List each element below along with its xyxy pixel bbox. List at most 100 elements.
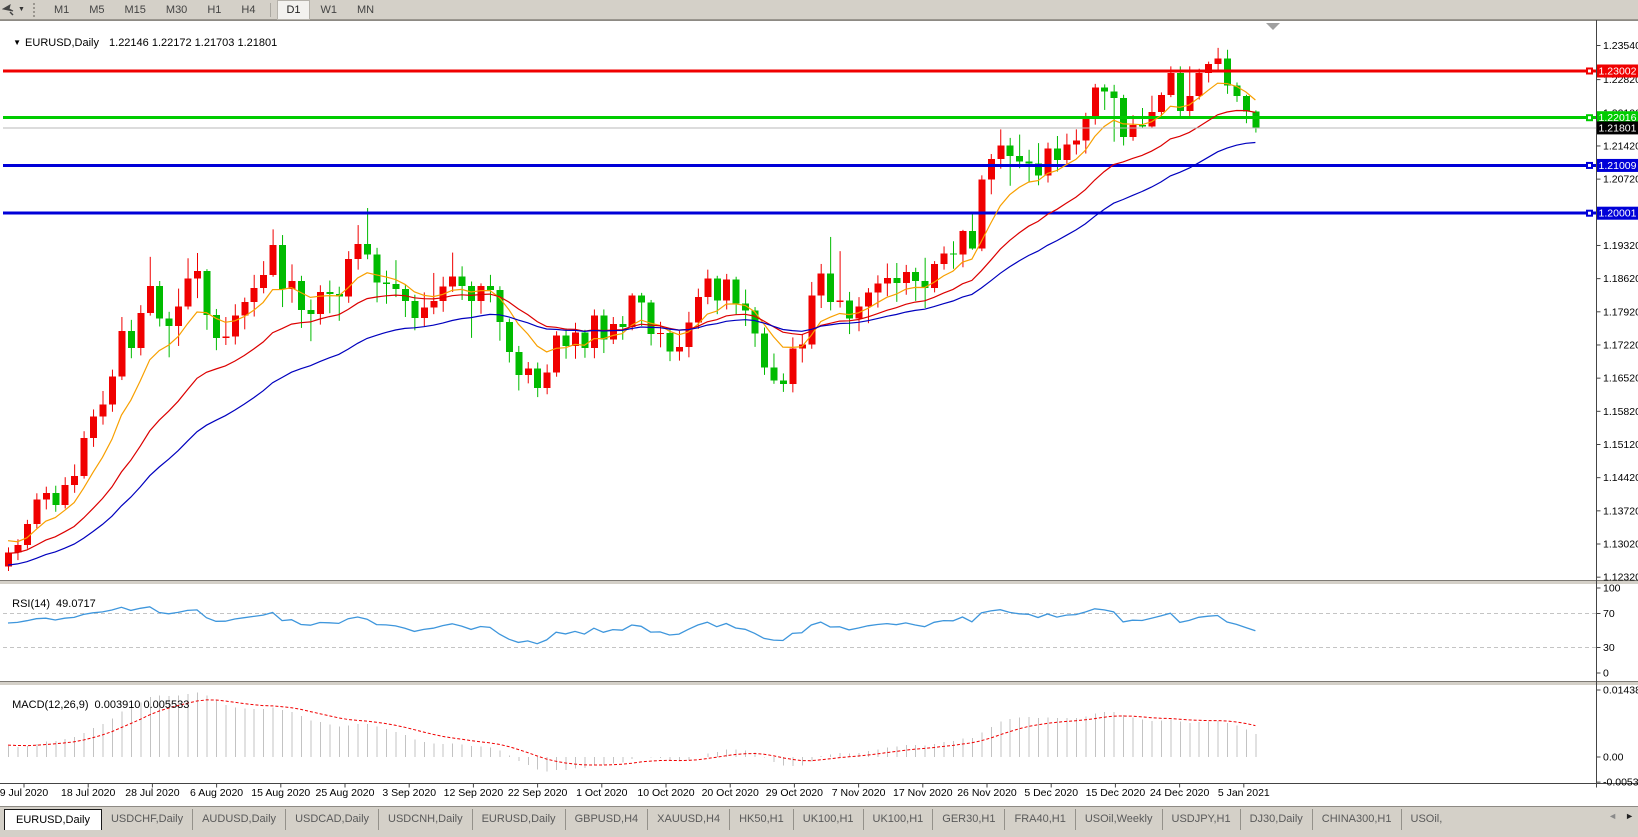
candle-body[interactable] — [298, 281, 305, 310]
candle-body[interactable] — [1186, 96, 1193, 111]
candle-body[interactable] — [166, 318, 173, 326]
candle-body[interactable] — [430, 301, 437, 308]
candle-body[interactable] — [1054, 148, 1061, 160]
candle-body[interactable] — [43, 493, 50, 500]
timeframe-button-m15[interactable]: M15 — [116, 0, 155, 20]
chart-tab-usoil-weekly[interactable]: USOil,Weekly — [1075, 809, 1162, 830]
timeframe-button-m5[interactable]: M5 — [80, 0, 113, 20]
candle-body[interactable] — [997, 145, 1004, 158]
candle-body[interactable] — [1130, 125, 1137, 137]
candle-body[interactable] — [364, 244, 371, 254]
candle-body[interactable] — [950, 254, 957, 255]
candle-body[interactable] — [137, 313, 144, 348]
candle-body[interactable] — [648, 302, 655, 334]
candle-body[interactable] — [128, 331, 135, 348]
candle-body[interactable] — [912, 272, 919, 281]
candle-body[interactable] — [222, 336, 229, 337]
chart-tab-eurusd-daily[interactable]: EURUSD,Daily — [4, 809, 102, 830]
chart-tab-china300-h1[interactable]: CHINA300,H1 — [1312, 809, 1401, 830]
candle-body[interactable] — [496, 290, 503, 322]
candle-body[interactable] — [1139, 125, 1146, 126]
candle-body[interactable] — [657, 333, 664, 334]
candle-body[interactable] — [1007, 145, 1014, 155]
candle-body[interactable] — [279, 245, 286, 289]
tool-dropdown-icon[interactable]: ▼ — [18, 6, 25, 13]
candle-body[interactable] — [1252, 112, 1259, 128]
candle-body[interactable] — [789, 348, 796, 384]
chart-tab-uk100-h1[interactable]: UK100,H1 — [863, 809, 933, 830]
candle-body[interactable] — [251, 288, 258, 302]
candle-body[interactable] — [827, 273, 834, 301]
candle-body[interactable] — [109, 376, 116, 404]
candle-body[interactable] — [600, 316, 607, 340]
candle-body[interactable] — [1215, 58, 1222, 64]
timeframe-button-mn[interactable]: MN — [348, 0, 383, 20]
candle-body[interactable] — [723, 280, 730, 301]
chart-tab-dj30-daily[interactable]: DJ30,Daily — [1240, 809, 1312, 830]
candle-body[interactable] — [969, 231, 976, 249]
candle-body[interactable] — [685, 323, 692, 347]
candle-body[interactable] — [374, 254, 381, 282]
candle-body[interactable] — [563, 336, 570, 346]
symbol-collapse-icon[interactable]: ▼ — [13, 38, 21, 47]
timeframe-button-d1[interactable]: D1 — [277, 0, 309, 20]
candle-body[interactable] — [704, 279, 711, 297]
candle-body[interactable] — [487, 286, 494, 290]
candle-body[interactable] — [1177, 73, 1184, 111]
candle-body[interactable] — [629, 296, 636, 327]
tabs-scroll-right-icon[interactable]: ► — [1625, 811, 1634, 821]
candle-body[interactable] — [714, 279, 721, 301]
candle-body[interactable] — [931, 264, 938, 288]
candle-body[interactable] — [355, 244, 362, 259]
candle-body[interactable] — [770, 368, 777, 381]
candle-body[interactable] — [1196, 73, 1203, 96]
candle-body[interactable] — [1073, 141, 1080, 145]
candle-body[interactable] — [676, 347, 683, 352]
candle-body[interactable] — [392, 284, 399, 289]
candle-body[interactable] — [1026, 162, 1033, 164]
candle-body[interactable] — [81, 438, 88, 476]
candle-body[interactable] — [147, 286, 154, 313]
chart-tab-eurusd-daily[interactable]: EURUSD,Daily — [472, 809, 565, 830]
candle-body[interactable] — [411, 301, 418, 318]
timeframe-button-h4[interactable]: H4 — [232, 0, 264, 20]
candle-body[interactable] — [326, 292, 333, 294]
candle-body[interactable] — [884, 278, 891, 283]
candle-body[interactable] — [619, 324, 626, 327]
candle-body[interactable] — [988, 159, 995, 180]
candle-body[interactable] — [534, 369, 541, 388]
candle-body[interactable] — [874, 283, 881, 292]
chart-tab-usdjpy-h1[interactable]: USDJPY,H1 — [1162, 809, 1240, 830]
candle-body[interactable] — [270, 245, 277, 275]
chart-tab-xauusd-h4[interactable]: XAUUSD,H4 — [647, 809, 729, 830]
candle-body[interactable] — [90, 417, 97, 438]
candle-body[interactable] — [345, 259, 352, 296]
candle-body[interactable] — [71, 476, 78, 485]
timeframe-button-m30[interactable]: M30 — [157, 0, 196, 20]
candle-body[interactable] — [761, 334, 768, 368]
candle-body[interactable] — [591, 316, 598, 348]
candle-body[interactable] — [865, 292, 872, 306]
candle-body[interactable] — [837, 300, 844, 301]
candle-body[interactable] — [241, 302, 248, 316]
candle-body[interactable] — [515, 352, 522, 375]
toolbar-grip[interactable] — [33, 3, 38, 17]
candle-body[interactable] — [185, 279, 192, 307]
candle-body[interactable] — [1045, 148, 1052, 175]
candle-body[interactable] — [62, 485, 69, 505]
chart-tab-gbpusd-h4[interactable]: GBPUSD,H4 — [565, 809, 648, 830]
candle-body[interactable] — [893, 278, 900, 283]
chart-canvas[interactable]: 1.235401.228201.221201.214201.207201.200… — [0, 0, 1638, 837]
candle-body[interactable] — [307, 310, 314, 314]
chart-tab-audusd-daily[interactable]: AUDUSD,Daily — [192, 809, 285, 830]
timeframe-button-w1[interactable]: W1 — [312, 0, 347, 20]
chart-tab-fra40-h1[interactable]: FRA40,H1 — [1004, 809, 1074, 830]
candle-body[interactable] — [610, 324, 617, 339]
candle-body[interactable] — [959, 231, 966, 255]
candle-body[interactable] — [468, 286, 475, 301]
candle-body[interactable] — [1063, 145, 1070, 161]
candle-body[interactable] — [638, 296, 645, 303]
timeframe-button-m1[interactable]: M1 — [45, 0, 78, 20]
candle-body[interactable] — [449, 276, 456, 286]
candle-body[interactable] — [100, 405, 107, 417]
